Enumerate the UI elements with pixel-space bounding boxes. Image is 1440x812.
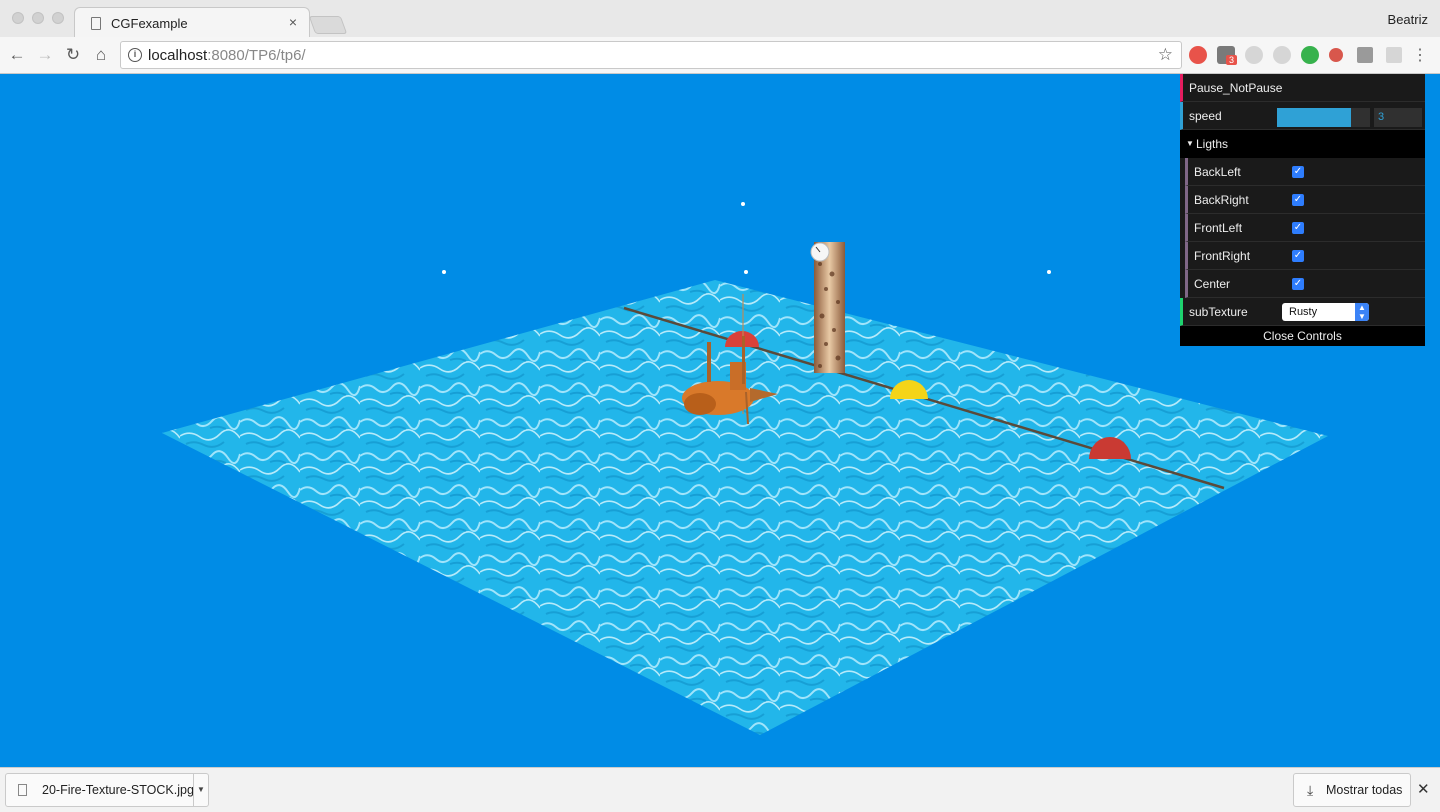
speed-label: speed — [1189, 109, 1222, 123]
show-all-label: Mostrar todas — [1326, 783, 1403, 797]
browser-tab[interactable]: CGFexample × — [74, 7, 310, 38]
document-icon — [91, 17, 101, 30]
url-host: localhost — [148, 47, 208, 64]
reload-icon[interactable]: ↻ — [63, 45, 83, 65]
speed-slider[interactable] — [1277, 108, 1370, 127]
lights-folder-label: Ligths — [1196, 137, 1229, 151]
light-toggle-backright: BackRight ✓ — [1185, 186, 1425, 214]
download-item[interactable]: 20-Fire-Texture-STOCK.jpg ▼ — [5, 773, 209, 807]
minimize-window-button[interactable] — [32, 12, 44, 24]
show-all-downloads-button[interactable]: ⤓ Mostrar todas — [1293, 773, 1411, 807]
subtexture-label: subTexture — [1189, 305, 1248, 319]
url-text[interactable]: localhost:8080/TP6/tp6/ — [148, 47, 306, 64]
frontleft-checkbox[interactable]: ✓ — [1292, 222, 1304, 234]
light-toggle-backleft: BackLeft ✓ — [1185, 158, 1425, 186]
close-downloads-icon[interactable]: ✕ — [1417, 780, 1430, 798]
light-marker — [442, 270, 446, 274]
light-toggle-frontleft: FrontLeft ✓ — [1185, 214, 1425, 242]
downloads-bar: 20-Fire-Texture-STOCK.jpg ▼ ⤓ Mostrar to… — [0, 767, 1440, 812]
puzzle-extension-icon[interactable] — [1386, 47, 1402, 63]
light-toggle-center: Center ✓ — [1185, 270, 1425, 298]
home-icon[interactable]: ⌂ — [91, 45, 111, 65]
download-arrow-icon: ⤓ — [1307, 782, 1314, 798]
subtexture-selected-value: Rusty — [1289, 306, 1318, 318]
url-path: :8080/TP6/tp6/ — [207, 47, 306, 64]
download-options-caret-icon[interactable]: ▼ — [193, 774, 208, 806]
speed-slider-fill — [1277, 108, 1352, 127]
green-extension-icon[interactable] — [1301, 46, 1319, 64]
pause-label: Pause_NotPause — [1189, 81, 1283, 95]
light-label: FrontRight — [1194, 249, 1251, 263]
light-label: BackRight — [1194, 193, 1249, 207]
bookmark-star-icon[interactable]: ☆ — [1158, 45, 1173, 65]
zoom-window-button[interactable] — [52, 12, 64, 24]
light-marker — [744, 270, 748, 274]
file-icon — [18, 784, 27, 796]
subtexture-control: subTexture Rusty ▲ ▼ — [1180, 298, 1425, 326]
caret-down-icon: ▼ — [1186, 139, 1194, 148]
download-extension-icon[interactable] — [1273, 46, 1291, 64]
frontright-checkbox[interactable]: ✓ — [1292, 250, 1304, 262]
light-label: BackLeft — [1194, 165, 1241, 179]
opera-extension-icon[interactable] — [1189, 46, 1207, 64]
extension-badge: 3 — [1226, 55, 1238, 65]
forward-arrow-icon[interactable]: → — [35, 45, 55, 65]
new-tab-button[interactable] — [308, 16, 348, 34]
subtexture-select[interactable]: Rusty ▲ ▼ — [1282, 303, 1369, 321]
backleft-checkbox[interactable]: ✓ — [1292, 166, 1304, 178]
center-checkbox[interactable]: ✓ — [1292, 278, 1304, 290]
close-controls-button[interactable]: Close Controls — [1180, 326, 1425, 346]
info-icon[interactable]: i — [128, 48, 142, 62]
select-arrows-icon: ▲ ▼ — [1355, 303, 1369, 321]
textured-pillar — [814, 242, 845, 373]
speed-input[interactable]: 3 — [1374, 108, 1422, 127]
light-label: Center — [1194, 277, 1231, 291]
controls-panel: Pause_NotPause speed 3 ▼ Ligths BackLeft… — [1180, 74, 1425, 346]
light-label: FrontLeft — [1194, 221, 1243, 235]
light-marker — [1047, 270, 1051, 274]
light-toggle-frontright: FrontRight ✓ — [1185, 242, 1425, 270]
pause-toggle-button[interactable]: Pause_NotPause — [1180, 74, 1425, 102]
address-bar[interactable]: i localhost:8080/TP6/tp6/ ☆ — [120, 41, 1182, 69]
browser-toolbar: ← → ↻ ⌂ i localhost:8080/TP6/tp6/ ☆ 3 ⋮ — [0, 37, 1440, 74]
title-bar: CGFexample × Beatriz — [0, 0, 1440, 38]
profile-name[interactable]: Beatriz — [1388, 12, 1428, 27]
speed-control: speed 3 — [1180, 102, 1425, 130]
back-arrow-icon[interactable]: ← — [7, 45, 27, 65]
tab-title: CGFexample — [111, 16, 188, 31]
shield-extension-icon[interactable] — [1329, 48, 1343, 62]
tab-close-icon[interactable]: × — [289, 14, 297, 30]
download-file-name: 20-Fire-Texture-STOCK.jpg — [42, 783, 194, 797]
backright-checkbox[interactable]: ✓ — [1292, 194, 1304, 206]
close-window-button[interactable] — [12, 12, 24, 24]
lights-folder-header[interactable]: ▼ Ligths — [1180, 130, 1425, 158]
cloud-extension-icon[interactable] — [1245, 46, 1263, 64]
jb-extension-icon[interactable] — [1357, 47, 1373, 63]
menu-dots-icon[interactable]: ⋮ — [1412, 45, 1428, 65]
light-marker — [741, 202, 745, 206]
